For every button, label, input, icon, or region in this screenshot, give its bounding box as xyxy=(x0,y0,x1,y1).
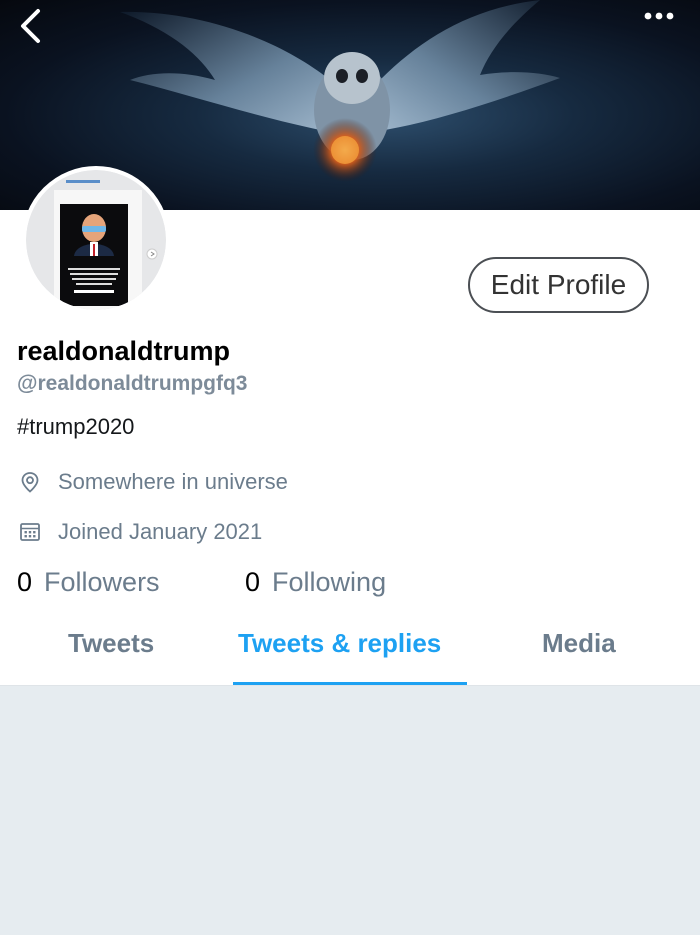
back-button[interactable] xyxy=(18,8,62,52)
profile-avatar[interactable] xyxy=(22,166,170,314)
calendar-icon xyxy=(17,519,43,545)
more-dots-icon xyxy=(644,12,674,20)
following-stat[interactable]: 0 Following xyxy=(245,567,386,598)
location-pin-icon xyxy=(17,469,43,495)
profile-tabs: Tweets Tweets & replies Media xyxy=(0,612,700,685)
profile-bio[interactable]: #trump2020 xyxy=(17,414,134,440)
following-count: 0 xyxy=(245,567,261,597)
followers-label: Followers xyxy=(44,567,160,597)
edit-profile-button[interactable]: Edit Profile xyxy=(468,257,649,313)
avatar-image xyxy=(26,170,166,310)
joined-row: Joined January 2021 xyxy=(17,519,262,545)
followers-stat[interactable]: 0 Followers xyxy=(17,567,160,598)
display-name: realdonaldtrump xyxy=(17,336,231,366)
user-handle: @realdonaldtrumpgfq3 xyxy=(17,372,248,395)
location-text: Somewhere in universe xyxy=(58,469,288,494)
joined-text: Joined January 2021 xyxy=(58,519,263,544)
followers-count: 0 xyxy=(17,567,33,597)
more-options-button[interactable] xyxy=(644,12,684,42)
following-label: Following xyxy=(272,567,387,597)
tweet-feed[interactable] xyxy=(0,685,700,935)
chevron-left-icon xyxy=(21,9,40,43)
tab-media[interactable]: Media xyxy=(542,628,616,659)
location-row: Somewhere in universe xyxy=(17,469,288,495)
avatar-picture xyxy=(26,170,166,310)
tab-tweets-and-replies[interactable]: Tweets & replies xyxy=(238,628,441,659)
tab-tweets[interactable]: Tweets xyxy=(68,628,154,659)
